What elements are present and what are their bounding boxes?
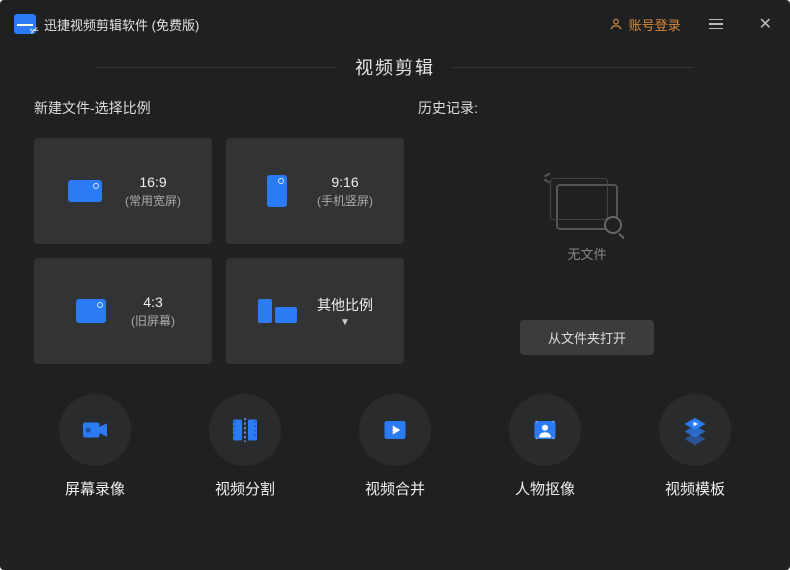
- tool-label: 视频合并: [365, 478, 425, 499]
- tool-screen-record[interactable]: 屏幕录像: [59, 394, 131, 499]
- close-button[interactable]: ✕: [759, 14, 772, 34]
- empty-file-icon: [556, 184, 618, 230]
- titlebar: 迅捷视频剪辑软件 (免费版) 账号登录 ✕: [0, 0, 790, 48]
- tool-video-merge[interactable]: 视频合并: [359, 394, 431, 499]
- ratio-9-16-icon: [267, 175, 287, 207]
- menu-icon[interactable]: [709, 19, 723, 30]
- app-title: 迅捷视频剪辑软件 (免费版): [44, 15, 199, 34]
- ratio-title: 4:3: [131, 294, 175, 310]
- merge-icon: [377, 412, 413, 448]
- person-cutout-icon: [527, 412, 563, 448]
- main-area: 新建文件-选择比例 16:9 (常用宽屏) 9:16 (手机竖屏): [0, 80, 790, 364]
- login-button[interactable]: 账号登录: [609, 15, 681, 34]
- newfile-label: 新建文件-选择比例: [34, 98, 404, 118]
- open-from-folder-button[interactable]: 从文件夹打开: [520, 320, 654, 355]
- camera-icon: [77, 412, 113, 448]
- ratio-card-4-3[interactable]: 4:3 (旧屏幕): [34, 258, 212, 364]
- newfile-column: 新建文件-选择比例 16:9 (常用宽屏) 9:16 (手机竖屏): [34, 98, 404, 364]
- tool-label: 屏幕录像: [65, 478, 125, 499]
- tool-video-split[interactable]: 视频分割: [209, 394, 281, 499]
- window-controls: ✕: [709, 14, 772, 34]
- section-title: 视频剪辑: [355, 54, 435, 80]
- history-column: 历史记录: 无文件 从文件夹打开: [418, 98, 756, 364]
- ratio-card-16-9[interactable]: 16:9 (常用宽屏): [34, 138, 212, 244]
- empty-text: 无文件: [567, 244, 606, 263]
- ratio-title: 其他比例: [317, 295, 373, 315]
- app-window: 迅捷视频剪辑软件 (免费版) 账号登录 ✕ 视频剪辑 新建文件-选择比例 16:…: [0, 0, 790, 570]
- history-label: 历史记录:: [418, 98, 756, 118]
- template-icon: [677, 412, 713, 448]
- ratio-title: 16:9: [125, 174, 181, 190]
- login-label: 账号登录: [629, 15, 681, 34]
- ratio-sub: (常用宽屏): [125, 192, 181, 209]
- ratio-16-9-icon: [68, 180, 102, 202]
- ratio-4-3-icon: [76, 299, 106, 323]
- app-logo-icon: [14, 14, 36, 34]
- tool-row: 屏幕录像 视频分割 视频合并: [0, 374, 790, 499]
- user-icon: [609, 17, 623, 31]
- divider: [97, 67, 337, 68]
- section-heading: 视频剪辑: [0, 54, 790, 80]
- magnifier-icon: [604, 216, 622, 234]
- split-icon: [227, 412, 263, 448]
- history-empty-state: 无文件: [418, 138, 756, 308]
- ratio-card-other[interactable]: 其他比例 ▼: [226, 258, 404, 364]
- ratio-sub: (手机竖屏): [317, 192, 373, 209]
- tool-label: 视频分割: [215, 478, 275, 499]
- ratio-grid: 16:9 (常用宽屏) 9:16 (手机竖屏) 4:3 (旧屏幕): [34, 138, 404, 364]
- chevron-down-icon: ▼: [317, 317, 373, 328]
- tool-person-cutout[interactable]: 人物抠像: [509, 394, 581, 499]
- divider: [453, 67, 693, 68]
- ratio-sub: (旧屏幕): [131, 312, 175, 329]
- tool-video-template[interactable]: 视频模板: [659, 394, 731, 499]
- ratio-title: 9:16: [317, 174, 373, 190]
- tool-label: 视频模板: [665, 478, 725, 499]
- ratio-other-icon: [258, 299, 297, 323]
- ratio-card-9-16[interactable]: 9:16 (手机竖屏): [226, 138, 404, 244]
- tool-label: 人物抠像: [515, 478, 575, 499]
